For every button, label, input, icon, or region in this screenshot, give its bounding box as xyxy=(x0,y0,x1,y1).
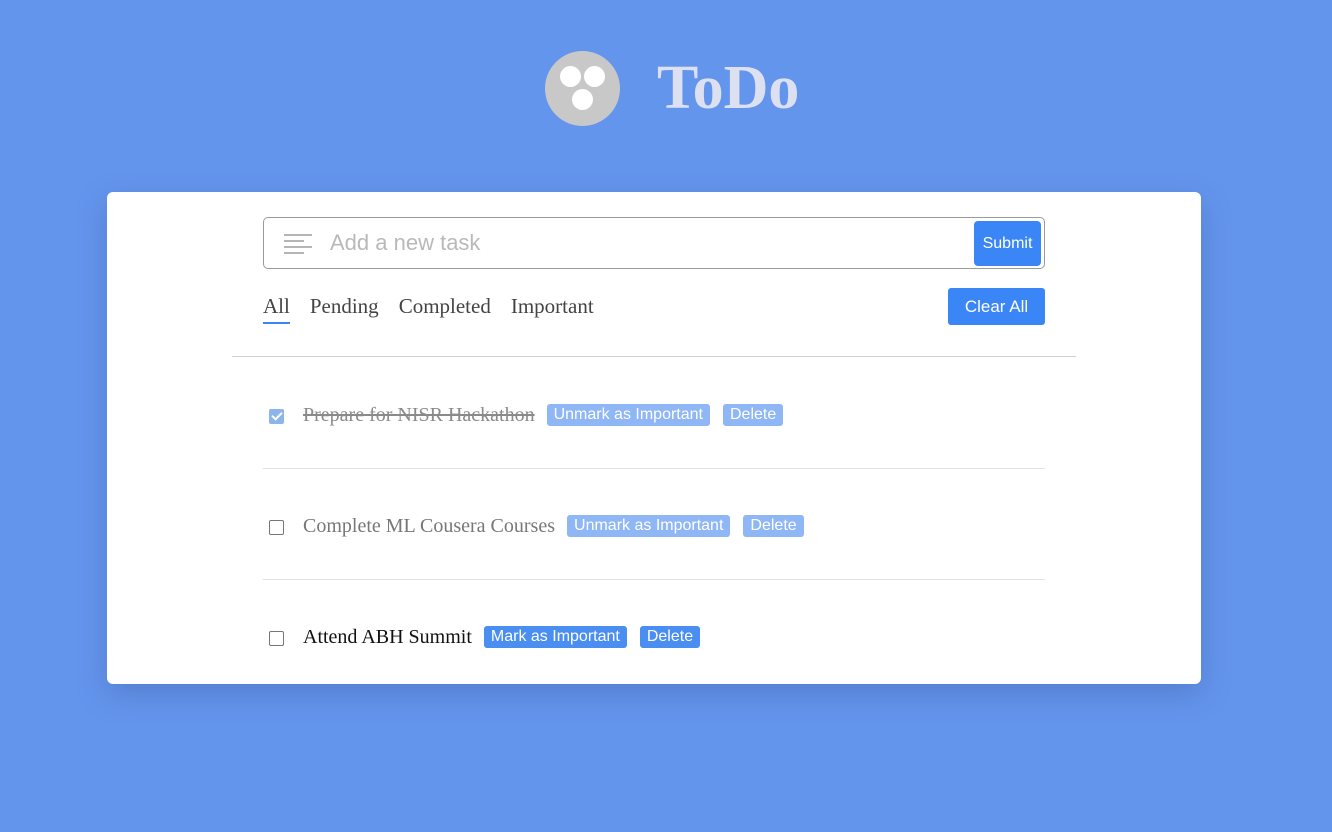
task-text: Prepare for NISR Hackathon xyxy=(303,404,535,426)
app-title: ToDo xyxy=(657,54,800,122)
task-item: Attend ABH Summit Mark as Important Dele… xyxy=(263,580,1045,691)
tab-important[interactable]: Important xyxy=(511,292,594,324)
unmark-important-button[interactable]: Unmark as Important xyxy=(567,515,731,537)
tab-all[interactable]: All xyxy=(263,292,290,324)
delete-button[interactable]: Delete xyxy=(722,404,784,426)
filter-tabs: All Pending Completed Important xyxy=(263,292,614,324)
delete-button[interactable]: Delete xyxy=(743,515,804,537)
app-header: ToDo xyxy=(0,0,1332,180)
delete-button[interactable]: Delete xyxy=(639,626,701,648)
todo-card: Submit All Pending Completed Important C… xyxy=(107,192,1201,684)
task-input[interactable] xyxy=(330,226,960,260)
tab-pending[interactable]: Pending xyxy=(310,292,379,324)
unmark-important-button[interactable]: Unmark as Important xyxy=(546,404,710,426)
submit-button[interactable]: Submit xyxy=(974,221,1041,266)
task-text: Complete ML Cousera Courses xyxy=(303,515,556,537)
task-item: Complete ML Cousera Courses Unmark as Im… xyxy=(263,469,1045,580)
add-task-form: Submit xyxy=(263,217,1045,269)
text-lines-icon xyxy=(284,234,314,254)
task-item: Prepare for NISR Hackathon Unmark as Imp… xyxy=(263,358,1045,469)
tab-completed[interactable]: Completed xyxy=(399,292,491,324)
mark-important-button[interactable]: Mark as Important xyxy=(483,626,627,648)
task-checkbox[interactable] xyxy=(269,409,284,424)
task-checkbox[interactable] xyxy=(269,520,284,535)
task-text: Attend ABH Summit xyxy=(303,626,472,648)
clear-all-button[interactable]: Clear All xyxy=(948,288,1045,325)
task-checkbox[interactable] xyxy=(269,631,284,646)
divider xyxy=(232,356,1076,357)
logo-icon xyxy=(545,51,620,126)
